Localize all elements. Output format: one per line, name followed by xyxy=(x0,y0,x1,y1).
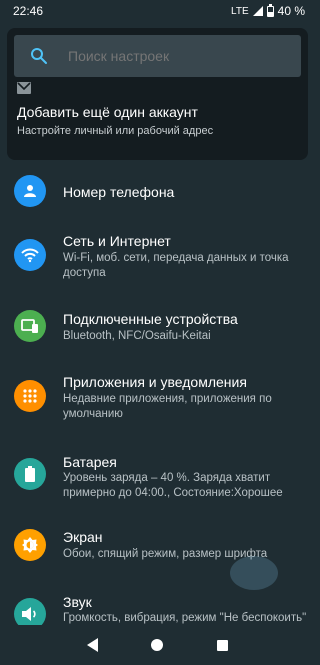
status-time: 22:46 xyxy=(13,4,44,18)
search-input[interactable] xyxy=(68,35,288,77)
watermark-logo xyxy=(230,556,278,590)
battery-percent: 40 % xyxy=(277,4,305,18)
settings-item-title: Звук xyxy=(63,594,92,610)
settings-item-title: Батарея xyxy=(63,454,117,470)
settings-item-subtitle: Bluetooth, NFC/Osaifu-Keitai xyxy=(63,330,211,342)
mail-icon xyxy=(17,82,31,94)
apps-icon xyxy=(14,380,46,412)
network-type: LTE xyxy=(231,5,249,17)
status-icons: LTE 40 % xyxy=(231,3,305,18)
signal-icon xyxy=(252,6,263,16)
add-account-title[interactable]: Добавить ещё один аккаунт xyxy=(17,104,198,120)
settings-item-subtitle: Wi-Fi, моб. сети, передача данных и точк… xyxy=(63,252,289,279)
battery-icon xyxy=(14,458,46,490)
settings-item-title: Номер телефона xyxy=(63,184,175,200)
settings-item-subtitle: Уровень заряда – 40 %. Заряда хватит при… xyxy=(63,472,283,499)
person-icon xyxy=(14,175,46,207)
wifi-icon xyxy=(14,239,46,271)
settings-item-title: Сеть и Интернет xyxy=(63,233,171,249)
home-icon[interactable] xyxy=(151,639,164,651)
brightness-icon xyxy=(14,529,46,561)
status-bar: 22:46 LTE 40 % xyxy=(0,0,315,22)
settings-item-title: Экран xyxy=(63,529,103,545)
back-icon[interactable] xyxy=(86,638,98,652)
battery-status-icon xyxy=(266,3,274,17)
settings-item-subtitle: Недавние приложения, приложения по умолч… xyxy=(63,393,272,420)
search-icon xyxy=(31,48,47,64)
settings-item-title: Подключенные устройства xyxy=(63,311,238,327)
devices-icon xyxy=(14,310,46,342)
add-account-subtitle: Настройте личный или рабочий адрес xyxy=(17,125,214,137)
settings-item-subtitle: Громкость, вибрация, режим "Не беспокоит… xyxy=(63,612,307,624)
recent-apps-icon[interactable] xyxy=(217,639,229,651)
settings-item-title: Приложения и уведомления xyxy=(63,374,247,390)
navigation-bar xyxy=(0,625,315,665)
settings-item-subtitle: Обои, спящий режим, размер шрифта xyxy=(63,548,268,560)
search-bar[interactable] xyxy=(14,35,301,77)
